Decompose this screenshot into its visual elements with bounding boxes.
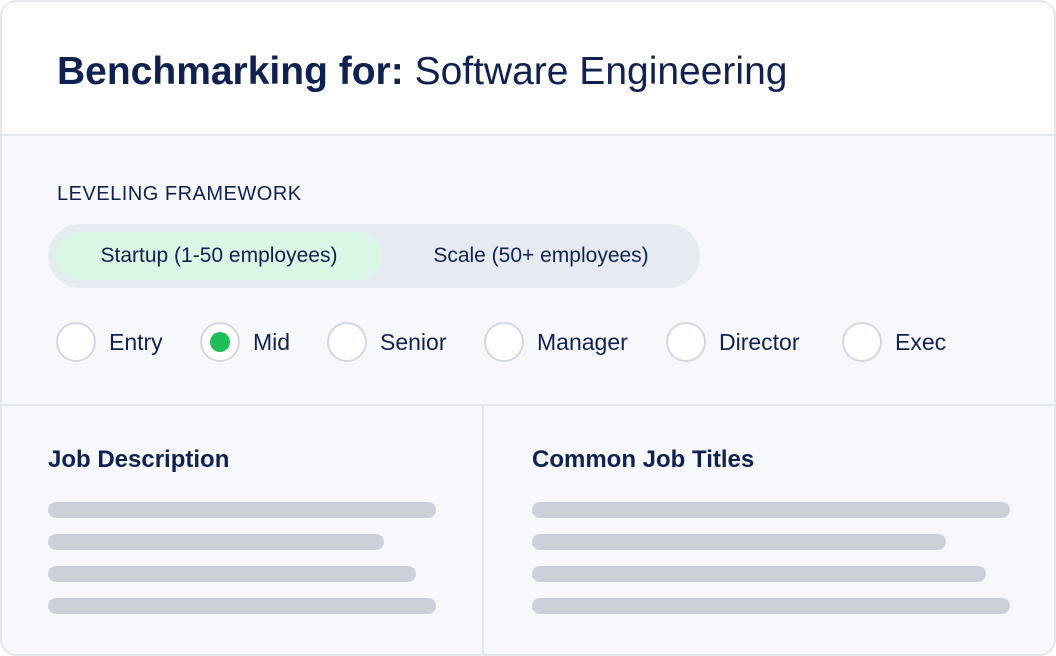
framework-option-scale[interactable]: Scale (50+ employees) — [392, 232, 690, 280]
page-title-department: Software Engineering — [414, 50, 788, 93]
page-title: Benchmarking for: Software Engineering — [57, 44, 787, 100]
skeleton-line — [48, 598, 436, 614]
skeleton-line — [48, 502, 436, 518]
job-description-title: Job Description — [48, 446, 230, 473]
level-label-mid: Mid — [253, 328, 291, 355]
leveling-framework-label: LEVELING FRAMEWORK — [57, 183, 302, 205]
level-option-senior[interactable]: Senior — [327, 322, 446, 362]
level-radio-group: Entry Mid Senior Manager Director Exec — [56, 322, 1016, 362]
skeleton-line — [48, 534, 384, 550]
common-job-titles-panel: Common Job Titles — [484, 406, 1056, 654]
level-option-mid[interactable]: Mid — [200, 322, 290, 362]
skeleton-line — [532, 502, 1010, 518]
leveling-controls: LEVELING FRAMEWORK Startup (1-50 employe… — [0, 136, 1056, 406]
job-description-panel: Job Description — [0, 406, 484, 654]
card-header: Benchmarking for: Software Engineering — [0, 0, 1056, 136]
radio-manager[interactable] — [484, 322, 524, 362]
skeleton-line — [532, 566, 986, 582]
framework-option-startup[interactable]: Startup (1-50 employees) — [56, 232, 382, 280]
radio-entry[interactable] — [56, 322, 96, 362]
level-option-director[interactable]: Director — [666, 322, 800, 362]
level-option-manager[interactable]: Manager — [484, 322, 628, 362]
radio-exec[interactable] — [842, 322, 882, 362]
radio-director[interactable] — [666, 322, 706, 362]
radio-senior[interactable] — [327, 322, 367, 362]
framework-segmented-control: Startup (1-50 employees) Scale (50+ empl… — [48, 224, 700, 288]
level-option-entry[interactable]: Entry — [56, 322, 163, 362]
level-label-senior: Senior — [380, 328, 447, 355]
level-option-exec[interactable]: Exec — [842, 322, 946, 362]
page-title-prefix: Benchmarking for: — [57, 50, 404, 93]
benchmarking-card: Benchmarking for: Software Engineering L… — [0, 0, 1056, 656]
level-label-director: Director — [719, 328, 800, 355]
skeleton-line — [532, 598, 1010, 614]
radio-mid[interactable] — [200, 322, 240, 362]
level-label-manager: Manager — [537, 328, 628, 355]
details-panels: Job Description Common Job Titles — [0, 406, 1056, 656]
level-label-entry: Entry — [109, 328, 163, 355]
skeleton-line — [532, 534, 946, 550]
common-job-titles-title: Common Job Titles — [532, 446, 755, 473]
level-label-exec: Exec — [895, 328, 947, 355]
skeleton-line — [48, 566, 416, 582]
